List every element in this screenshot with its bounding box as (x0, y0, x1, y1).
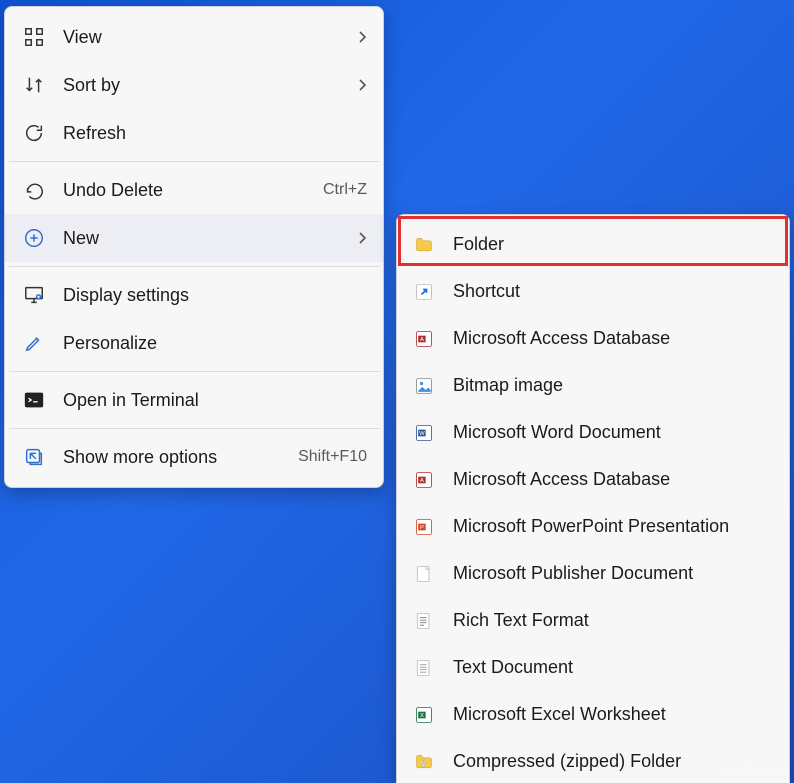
menu-item-label: Show more options (63, 447, 288, 468)
context-menu-primary: View Sort by Refresh Undo Delete Ctrl+Z N… (4, 6, 384, 488)
svg-text:A: A (420, 478, 424, 484)
submenu-item-access1[interactable]: A Microsoft Access Database (397, 315, 789, 362)
access-icon: A (413, 469, 435, 491)
submenu-item-label: Microsoft Word Document (453, 422, 661, 443)
menu-item-view[interactable]: View (5, 13, 383, 61)
submenu-item-access2[interactable]: A Microsoft Access Database (397, 456, 789, 503)
zip-icon (413, 751, 435, 773)
menu-separator (9, 428, 379, 429)
menu-item-personalize[interactable]: Personalize (5, 319, 383, 367)
submenu-item-label: Shortcut (453, 281, 520, 302)
submenu-item-label: Microsoft PowerPoint Presentation (453, 516, 729, 537)
menu-item-undo[interactable]: Undo Delete Ctrl+Z (5, 166, 383, 214)
publisher-icon (413, 563, 435, 585)
submenu-item-rtf[interactable]: Rich Text Format (397, 597, 789, 644)
new-icon (21, 225, 47, 251)
menu-separator (9, 161, 379, 162)
menu-item-refresh[interactable]: Refresh (5, 109, 383, 157)
menu-item-label: View (63, 27, 347, 48)
sort-icon (21, 72, 47, 98)
submenu-item-txt[interactable]: Text Document (397, 644, 789, 691)
menu-item-label: Open in Terminal (63, 390, 367, 411)
bitmap-icon (413, 375, 435, 397)
menu-item-display[interactable]: Display settings (5, 271, 383, 319)
menu-item-accelerator: Ctrl+Z (323, 181, 367, 199)
menu-separator (9, 266, 379, 267)
menu-item-label: Refresh (63, 123, 367, 144)
menu-separator (9, 371, 379, 372)
txt-icon (413, 657, 435, 679)
context-menu-new-submenu: Folder Shortcut A Microsoft Access Databa… (396, 214, 790, 783)
terminal-icon (21, 387, 47, 413)
excel-icon: X (413, 704, 435, 726)
submenu-item-label: Text Document (453, 657, 573, 678)
refresh-icon (21, 120, 47, 146)
submenu-item-folder[interactable]: Folder (397, 221, 789, 268)
more-icon (21, 444, 47, 470)
shortcut-icon (413, 281, 435, 303)
submenu-item-label: Compressed (zipped) Folder (453, 751, 681, 772)
watermark-text: wsxdn.com (723, 764, 788, 779)
submenu-item-excel[interactable]: X Microsoft Excel Worksheet (397, 691, 789, 738)
menu-item-label: New (63, 228, 347, 249)
submenu-item-label: Microsoft Excel Worksheet (453, 704, 666, 725)
menu-item-accelerator: Shift+F10 (298, 448, 367, 466)
chevron-right-icon (357, 30, 367, 44)
submenu-item-ppt[interactable]: P Microsoft PowerPoint Presentation (397, 503, 789, 550)
personalize-icon (21, 330, 47, 356)
menu-item-label: Display settings (63, 285, 367, 306)
menu-item-label: Personalize (63, 333, 367, 354)
undo-icon (21, 177, 47, 203)
rtf-icon (413, 610, 435, 632)
submenu-item-publisher[interactable]: Microsoft Publisher Document (397, 550, 789, 597)
menu-item-new[interactable]: New (5, 214, 383, 262)
menu-item-label: Sort by (63, 75, 347, 96)
submenu-item-label: Microsoft Publisher Document (453, 563, 693, 584)
menu-item-more[interactable]: Show more options Shift+F10 (5, 433, 383, 481)
view-icon (21, 24, 47, 50)
submenu-item-label: Rich Text Format (453, 610, 589, 631)
desktop-background: View Sort by Refresh Undo Delete Ctrl+Z N… (0, 0, 794, 783)
access-icon: A (413, 328, 435, 350)
submenu-item-label: Microsoft Access Database (453, 469, 670, 490)
submenu-item-label: Folder (453, 234, 504, 255)
ppt-icon: P (413, 516, 435, 538)
display-icon (21, 282, 47, 308)
submenu-item-label: Microsoft Access Database (453, 328, 670, 349)
svg-text:X: X (420, 713, 424, 719)
submenu-item-shortcut[interactable]: Shortcut (397, 268, 789, 315)
chevron-right-icon (357, 231, 367, 245)
menu-item-terminal[interactable]: Open in Terminal (5, 376, 383, 424)
chevron-right-icon (357, 78, 367, 92)
menu-item-sortby[interactable]: Sort by (5, 61, 383, 109)
menu-item-label: Undo Delete (63, 180, 313, 201)
submenu-item-bitmap[interactable]: Bitmap image (397, 362, 789, 409)
word-icon: W (413, 422, 435, 444)
submenu-item-word[interactable]: W Microsoft Word Document (397, 409, 789, 456)
svg-text:P: P (420, 525, 424, 531)
submenu-item-label: Bitmap image (453, 375, 563, 396)
svg-text:W: W (419, 431, 425, 437)
folder-icon (413, 234, 435, 256)
svg-text:A: A (420, 337, 424, 343)
